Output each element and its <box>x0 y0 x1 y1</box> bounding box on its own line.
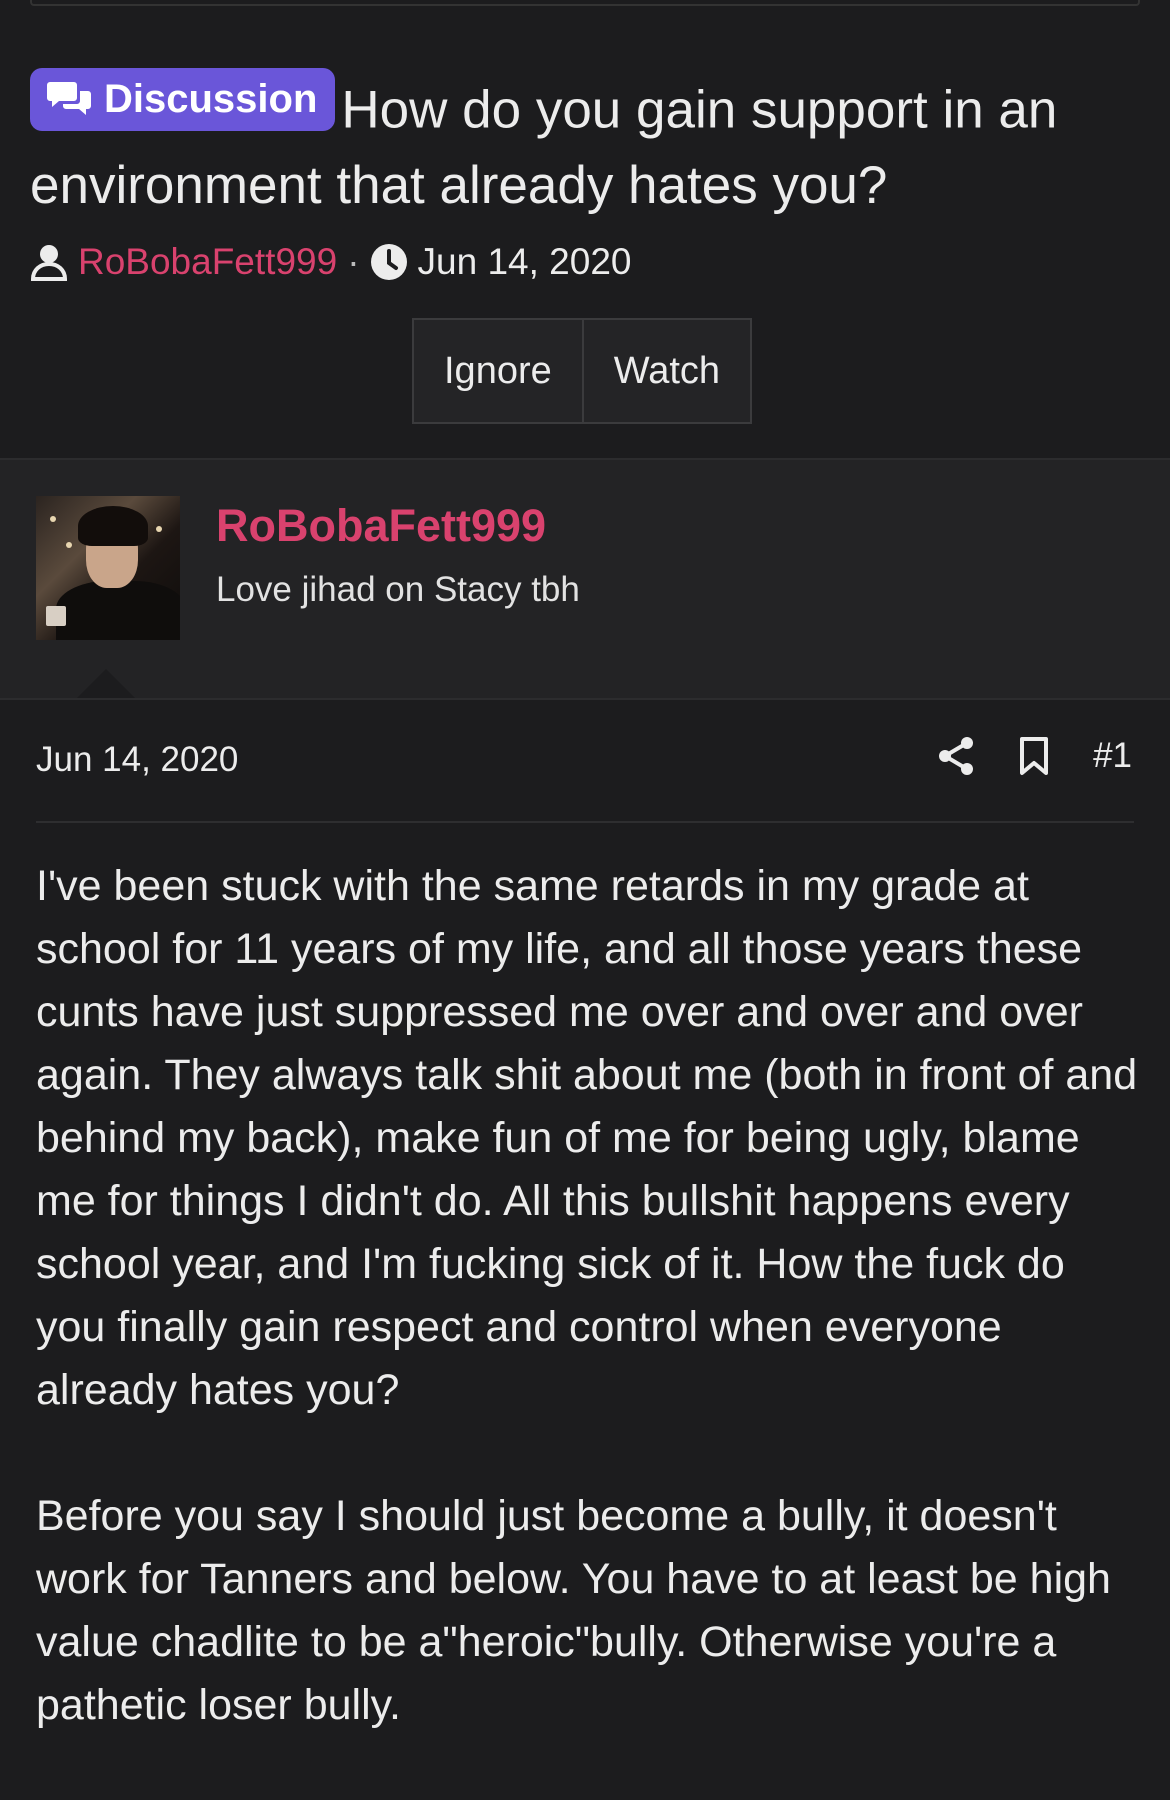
thread-title: Discussion How do you gain support in an… <box>30 68 1140 223</box>
post-date-link[interactable]: Jun 14, 2020 <box>36 740 238 780</box>
share-icon[interactable] <box>937 736 975 776</box>
chat-bubbles-icon <box>47 81 91 115</box>
post-paragraph: I've been stuck with the same retards in… <box>36 862 1138 1414</box>
post-content: Jun 14, 2020 #1 I've been stuck with the… <box>0 698 1170 1757</box>
discussion-prefix-badge[interactable]: Discussion <box>30 68 336 131</box>
watch-button[interactable]: Watch <box>583 318 753 424</box>
top-divider <box>30 0 1140 6</box>
user-icon <box>30 245 68 281</box>
clock-icon <box>370 244 407 280</box>
bookmark-icon[interactable] <box>1015 736 1053 776</box>
post-paragraph: Before you say I should just become a bu… <box>36 1492 1111 1729</box>
thread-header: Discussion How do you gain support in an… <box>0 0 1170 458</box>
thread-action-buttons: Ignore Watch <box>412 318 753 424</box>
prefix-label: Discussion <box>104 77 318 121</box>
user-title: Love jihad on Stacy tbh <box>216 570 580 609</box>
thread-meta: RoBobaFett999 · Jun 14, 2020 <box>30 237 631 287</box>
post-divider <box>36 821 1134 823</box>
meta-separator: · <box>347 241 360 282</box>
post-actions: #1 <box>937 736 1132 776</box>
thread-author-link[interactable]: RoBobaFett999 <box>78 241 337 283</box>
post-username-link[interactable]: RoBobaFett999 <box>216 500 546 552</box>
post-number-link[interactable]: #1 <box>1093 736 1132 776</box>
ignore-button[interactable]: Ignore <box>412 318 584 424</box>
post-user-bar: RoBobaFett999 Love jihad on Stacy tbh <box>0 458 1170 701</box>
post-body: I've been stuck with the same retards in… <box>36 855 1146 1800</box>
user-bar-arrow <box>74 669 138 701</box>
avatar[interactable] <box>36 496 180 640</box>
thread-date[interactable]: Jun 14, 2020 <box>418 241 632 283</box>
